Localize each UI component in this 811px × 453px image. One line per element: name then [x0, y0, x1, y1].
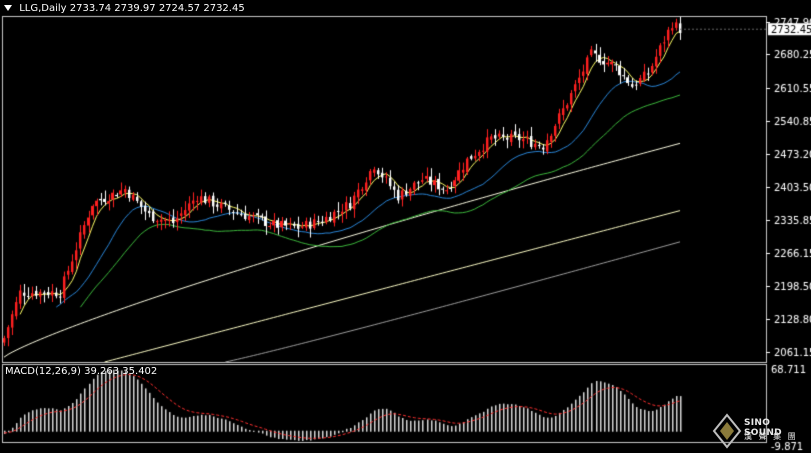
chart-header: LLG,Daily 2733.74 2739.97 2724.57 2732.4… [4, 3, 245, 14]
symbol-label: LLG,Daily [19, 3, 67, 14]
ohlc-values: 2733.74 2739.97 2724.57 2732.45 [69, 3, 245, 14]
price-chart-canvas[interactable] [0, 0, 811, 452]
sino-sound-watermark: SINO SOUND 漢 聲 集 團 [712, 413, 810, 451]
brand-sub: 漢 聲 集 團 [744, 432, 798, 441]
macd-label: MACD(12,26,9) 39.263 35.402 [5, 366, 158, 377]
sino-sound-logo-icon [712, 413, 742, 449]
dropdown-triangle-icon[interactable] [4, 5, 12, 11]
